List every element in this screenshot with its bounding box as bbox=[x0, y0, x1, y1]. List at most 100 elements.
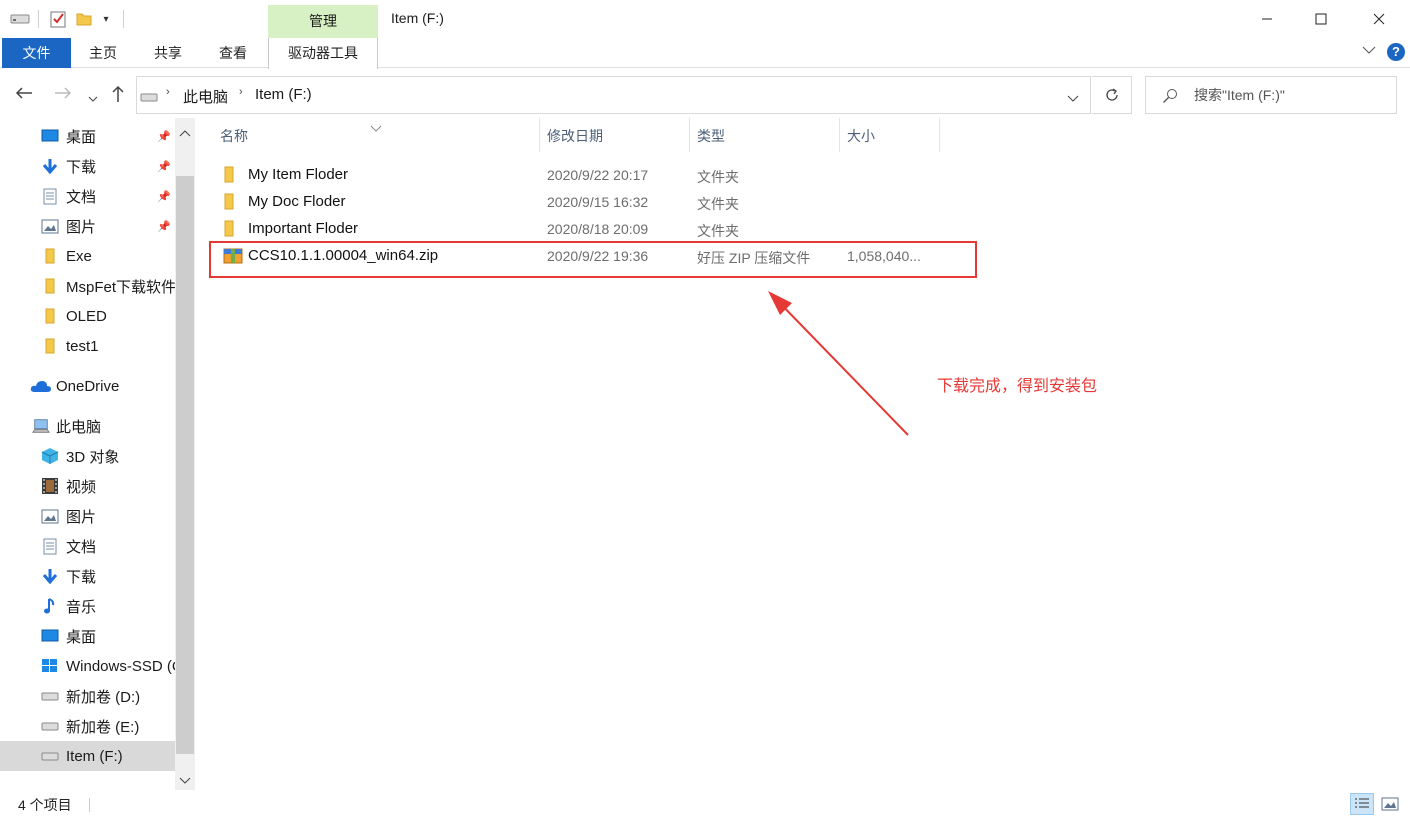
scroll-up-icon[interactable] bbox=[179, 124, 191, 141]
maximize-button[interactable] bbox=[1294, 0, 1348, 38]
refresh-button[interactable] bbox=[1092, 76, 1132, 114]
up-arrow-icon bbox=[112, 85, 124, 102]
tab-home[interactable]: 主页 bbox=[80, 38, 126, 68]
column-header-name[interactable]: 名称 bbox=[213, 118, 540, 152]
maximize-icon bbox=[1315, 13, 1327, 25]
properties-icon[interactable] bbox=[48, 9, 68, 29]
toolbar-separator bbox=[123, 10, 124, 28]
minimize-button[interactable] bbox=[1240, 0, 1294, 38]
column-header-type[interactable]: 类型 bbox=[690, 118, 840, 152]
tab-share[interactable]: 共享 bbox=[145, 38, 191, 68]
nav-scroll-thumb[interactable] bbox=[176, 176, 194, 754]
desktop-icon bbox=[41, 127, 59, 145]
nav-item-documents-pc[interactable]: 文档 bbox=[0, 531, 175, 561]
folder-icon bbox=[223, 220, 241, 238]
new-folder-icon[interactable] bbox=[74, 9, 94, 29]
manage-context-group: 管理 bbox=[268, 5, 378, 38]
tab-view[interactable]: 查看 bbox=[210, 38, 256, 68]
details-view-button[interactable] bbox=[1350, 793, 1374, 815]
breadcrumb-separator-icon[interactable]: › bbox=[239, 86, 243, 98]
nav-item-label: 桌面 bbox=[66, 128, 97, 146]
nav-item-drive-d[interactable]: 新加卷 (D:) bbox=[0, 681, 175, 711]
nav-item-label: Item (F:) bbox=[66, 747, 123, 765]
breadcrumb-this-pc[interactable]: 此电脑 bbox=[183, 86, 228, 107]
computer-icon bbox=[32, 417, 50, 435]
nav-item-desktop[interactable]: 桌面 📌 bbox=[0, 121, 175, 151]
nav-item-desktop-pc[interactable]: 桌面 bbox=[0, 621, 175, 651]
tab-file[interactable]: 文件 bbox=[2, 38, 71, 68]
address-history-chevron-icon[interactable] bbox=[1067, 90, 1079, 107]
onedrive-icon bbox=[30, 377, 52, 395]
file-row[interactable]: Important Floder 2020/8/18 20:09 文件夹 bbox=[215, 216, 945, 243]
nav-item-drive-c[interactable]: Windows-SSD (C:) bbox=[0, 651, 175, 681]
download-icon bbox=[41, 157, 59, 175]
nav-item-pictures-pc[interactable]: 图片 bbox=[0, 501, 175, 531]
annotation-text: 下载完成，得到安装包 bbox=[937, 378, 1098, 395]
forward-button[interactable] bbox=[54, 85, 72, 103]
nav-item-music[interactable]: 音乐 bbox=[0, 591, 175, 621]
address-bar[interactable]: › 此电脑 › Item (F:) bbox=[136, 76, 1091, 114]
pin-icon[interactable]: 📌 bbox=[157, 130, 171, 143]
nav-item-mspfet[interactable]: MspFet下载软件 bbox=[0, 271, 175, 301]
breadcrumb-separator-icon[interactable]: › bbox=[166, 86, 170, 98]
documents-icon bbox=[41, 187, 59, 205]
item-count: 4 个项目 bbox=[18, 797, 72, 813]
nav-item-test1[interactable]: test1 bbox=[0, 331, 175, 361]
documents-icon bbox=[41, 537, 59, 555]
nav-item-label: MspFet下载软件 bbox=[66, 278, 175, 296]
file-row[interactable]: My Doc Floder 2020/9/15 16:32 文件夹 bbox=[215, 189, 945, 216]
forward-arrow-icon bbox=[55, 87, 72, 99]
nav-item-pictures[interactable]: 图片 📌 bbox=[0, 211, 175, 241]
customize-toolbar-icon[interactable]: ▾ bbox=[100, 9, 112, 29]
scroll-down-icon[interactable] bbox=[179, 772, 191, 789]
drive-icon bbox=[41, 717, 59, 735]
nav-item-this-pc[interactable]: 此电脑 bbox=[0, 411, 175, 441]
column-header-modified[interactable]: 修改日期 bbox=[540, 118, 690, 152]
search-input[interactable] bbox=[1194, 85, 1389, 105]
close-button[interactable] bbox=[1352, 0, 1406, 38]
nav-item-documents[interactable]: 文档 📌 bbox=[0, 181, 175, 211]
minimize-icon bbox=[1262, 18, 1272, 20]
nav-item-label: 文档 bbox=[66, 538, 97, 556]
nav-item-label: test1 bbox=[66, 337, 99, 355]
back-button[interactable] bbox=[15, 85, 33, 103]
nav-item-3d-objects[interactable]: 3D 对象 bbox=[0, 441, 175, 471]
nav-item-drive-e[interactable]: 新加卷 (E:) bbox=[0, 711, 175, 741]
nav-scrollbar[interactable] bbox=[175, 118, 195, 790]
recent-locations-button[interactable] bbox=[88, 88, 98, 106]
nav-item-exe[interactable]: Exe bbox=[0, 241, 175, 271]
column-header-size[interactable]: 大小 bbox=[840, 118, 940, 152]
nav-item-label: 图片 bbox=[66, 218, 97, 236]
back-arrow-icon bbox=[15, 87, 32, 99]
highlight-box bbox=[209, 241, 977, 278]
breadcrumb-current-drive[interactable]: Item (F:) bbox=[255, 86, 312, 103]
pin-icon[interactable]: 📌 bbox=[157, 220, 171, 233]
large-icons-view-button[interactable] bbox=[1378, 793, 1402, 815]
toolbar-separator bbox=[38, 10, 39, 28]
nav-item-oled[interactable]: OLED bbox=[0, 301, 175, 331]
pin-icon[interactable]: 📌 bbox=[157, 160, 171, 173]
search-box[interactable] bbox=[1145, 76, 1397, 114]
pin-icon[interactable]: 📌 bbox=[157, 190, 171, 203]
nav-item-downloads[interactable]: 下载 📌 bbox=[0, 151, 175, 181]
nav-item-onedrive[interactable]: OneDrive bbox=[0, 371, 175, 401]
nav-item-downloads-pc[interactable]: 下载 bbox=[0, 561, 175, 591]
file-type: 文件夹 bbox=[697, 196, 739, 212]
file-type: 文件夹 bbox=[697, 169, 739, 185]
file-modified: 2020/9/15 16:32 bbox=[547, 194, 649, 210]
nav-item-drive-f[interactable]: Item (F:) bbox=[0, 741, 175, 771]
tab-drive-tools[interactable]: 驱动器工具 bbox=[268, 38, 378, 69]
title-bar: ▾ 管理 Item (F:) bbox=[0, 0, 1410, 38]
drive-icon bbox=[140, 90, 158, 107]
file-name: My Doc Floder bbox=[248, 193, 346, 210]
help-icon[interactable]: ? bbox=[1387, 43, 1405, 61]
download-icon bbox=[41, 567, 59, 585]
up-button[interactable] bbox=[111, 85, 125, 106]
folder-icon bbox=[223, 166, 241, 184]
address-row: › 此电脑 › Item (F:) bbox=[0, 70, 1410, 118]
nav-item-label: 新加卷 (E:) bbox=[66, 718, 140, 736]
nav-item-videos[interactable]: 视频 bbox=[0, 471, 175, 501]
ribbon-expand-icon[interactable] bbox=[1362, 44, 1376, 58]
nav-item-label: 新加卷 (D:) bbox=[66, 688, 141, 706]
file-row[interactable]: My Item Floder 2020/9/22 20:17 文件夹 bbox=[215, 162, 945, 189]
